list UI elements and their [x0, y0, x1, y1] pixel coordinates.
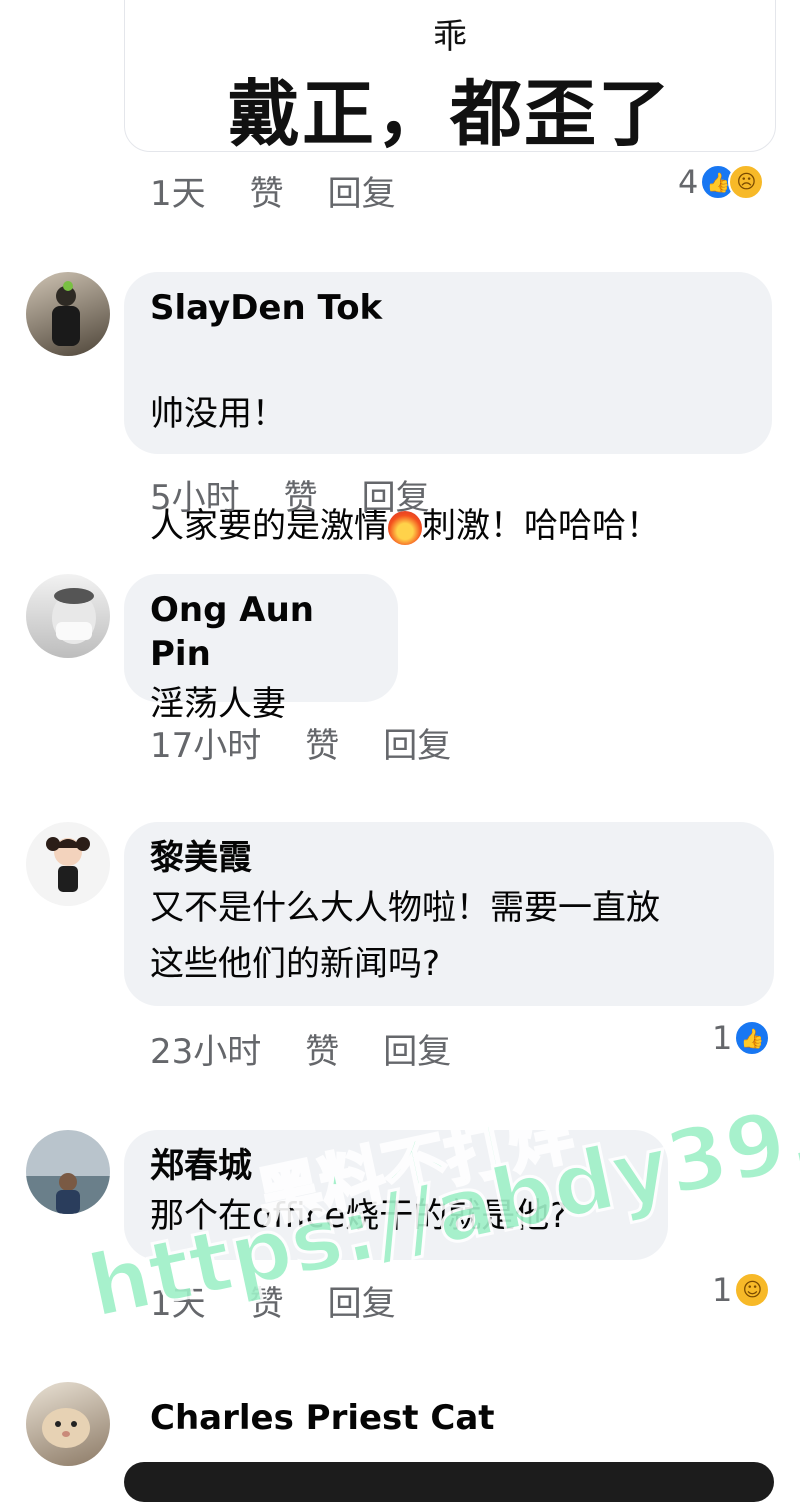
- commenter-name[interactable]: Charles Priest Cat: [150, 1396, 495, 1440]
- reaction-count: 1: [712, 1271, 733, 1309]
- comment-meta: 23小时 赞回复: [150, 1024, 495, 1073]
- haha-icon: ☺: [734, 1272, 771, 1308]
- avatar[interactable]: [26, 574, 110, 658]
- like-button[interactable]: 赞: [305, 718, 339, 767]
- image-caption-main: 戴正，都歪了: [227, 72, 672, 152]
- image-caption-top: 乖: [433, 17, 467, 57]
- like-button[interactable]: 赞: [284, 470, 318, 519]
- comment-time: 1天: [150, 174, 206, 214]
- reaction-count: 1: [712, 1019, 733, 1057]
- comment-bubble: Ong Aun Pin 淫荡人妻: [124, 574, 398, 724]
- comment-text: 又不是什么大人物啦！需要一直放 这些他们的新闻吗?: [150, 888, 660, 984]
- reply-button[interactable]: 回复: [362, 470, 430, 519]
- reaction-summary[interactable]: 4 👍 ☹: [678, 162, 765, 202]
- reply-button[interactable]: 回复: [383, 1024, 451, 1073]
- avatar[interactable]: [26, 822, 110, 906]
- reply-button[interactable]: 回复: [383, 718, 451, 767]
- avatar[interactable]: [26, 1382, 110, 1466]
- comment-time: 5小时: [150, 478, 240, 518]
- like-icon: 👍: [734, 1020, 771, 1056]
- comment-text-line: 帅没用！: [150, 394, 286, 434]
- avatar[interactable]: [26, 1130, 110, 1214]
- commenter-name[interactable]: 黎美霞: [150, 836, 748, 880]
- like-button[interactable]: 赞: [305, 1024, 339, 1073]
- reply-button[interactable]: 回复: [328, 166, 396, 215]
- commenter-name[interactable]: Ong Aun Pin: [150, 588, 372, 676]
- reaction-summary[interactable]: 1 ☺: [712, 1270, 771, 1310]
- comment-media[interactable]: [124, 1462, 774, 1502]
- comment-time: 23小时: [150, 1032, 262, 1072]
- comment-bubble: 黎美霞 又不是什么大人物啦！需要一直放 这些他们的新闻吗?: [124, 822, 774, 1006]
- comment-meta: 5小时 赞回复: [150, 470, 474, 519]
- comment-image[interactable]: 乖 戴正，都歪了: [124, 0, 776, 152]
- commenter-name[interactable]: SlayDen Tok: [150, 286, 746, 330]
- comment-bubble: SlayDen Tok 帅没用！ 人家要的是激情 刺激！哈哈哈！: [124, 272, 772, 546]
- avatar[interactable]: [26, 272, 110, 356]
- reaction-count: 4: [678, 163, 699, 201]
- like-button[interactable]: 赞: [250, 166, 284, 215]
- reaction-summary[interactable]: 1 👍: [712, 1018, 771, 1058]
- comment-time: 17小时: [150, 726, 262, 766]
- sad-icon: ☹: [728, 164, 765, 200]
- comment-meta: 17小时 赞回复: [150, 718, 495, 767]
- comment-meta: 1天 赞回复: [150, 166, 440, 215]
